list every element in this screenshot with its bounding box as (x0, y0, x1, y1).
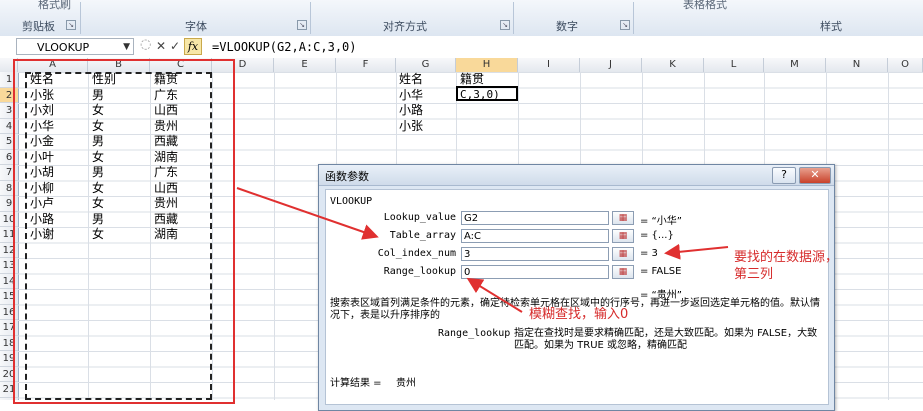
annotation-fuzzy: 模糊查找，输入0 (529, 307, 629, 322)
annotation-col-note-2: 第三列 (734, 267, 774, 282)
annotation-col-note-1: 要找的在数据源， (734, 250, 839, 265)
annotation-arrows (236, 187, 729, 313)
arrow-to-range-lookup (466, 277, 523, 313)
arrow-to-table-array (236, 187, 379, 240)
arrow-to-col-index (664, 243, 729, 260)
